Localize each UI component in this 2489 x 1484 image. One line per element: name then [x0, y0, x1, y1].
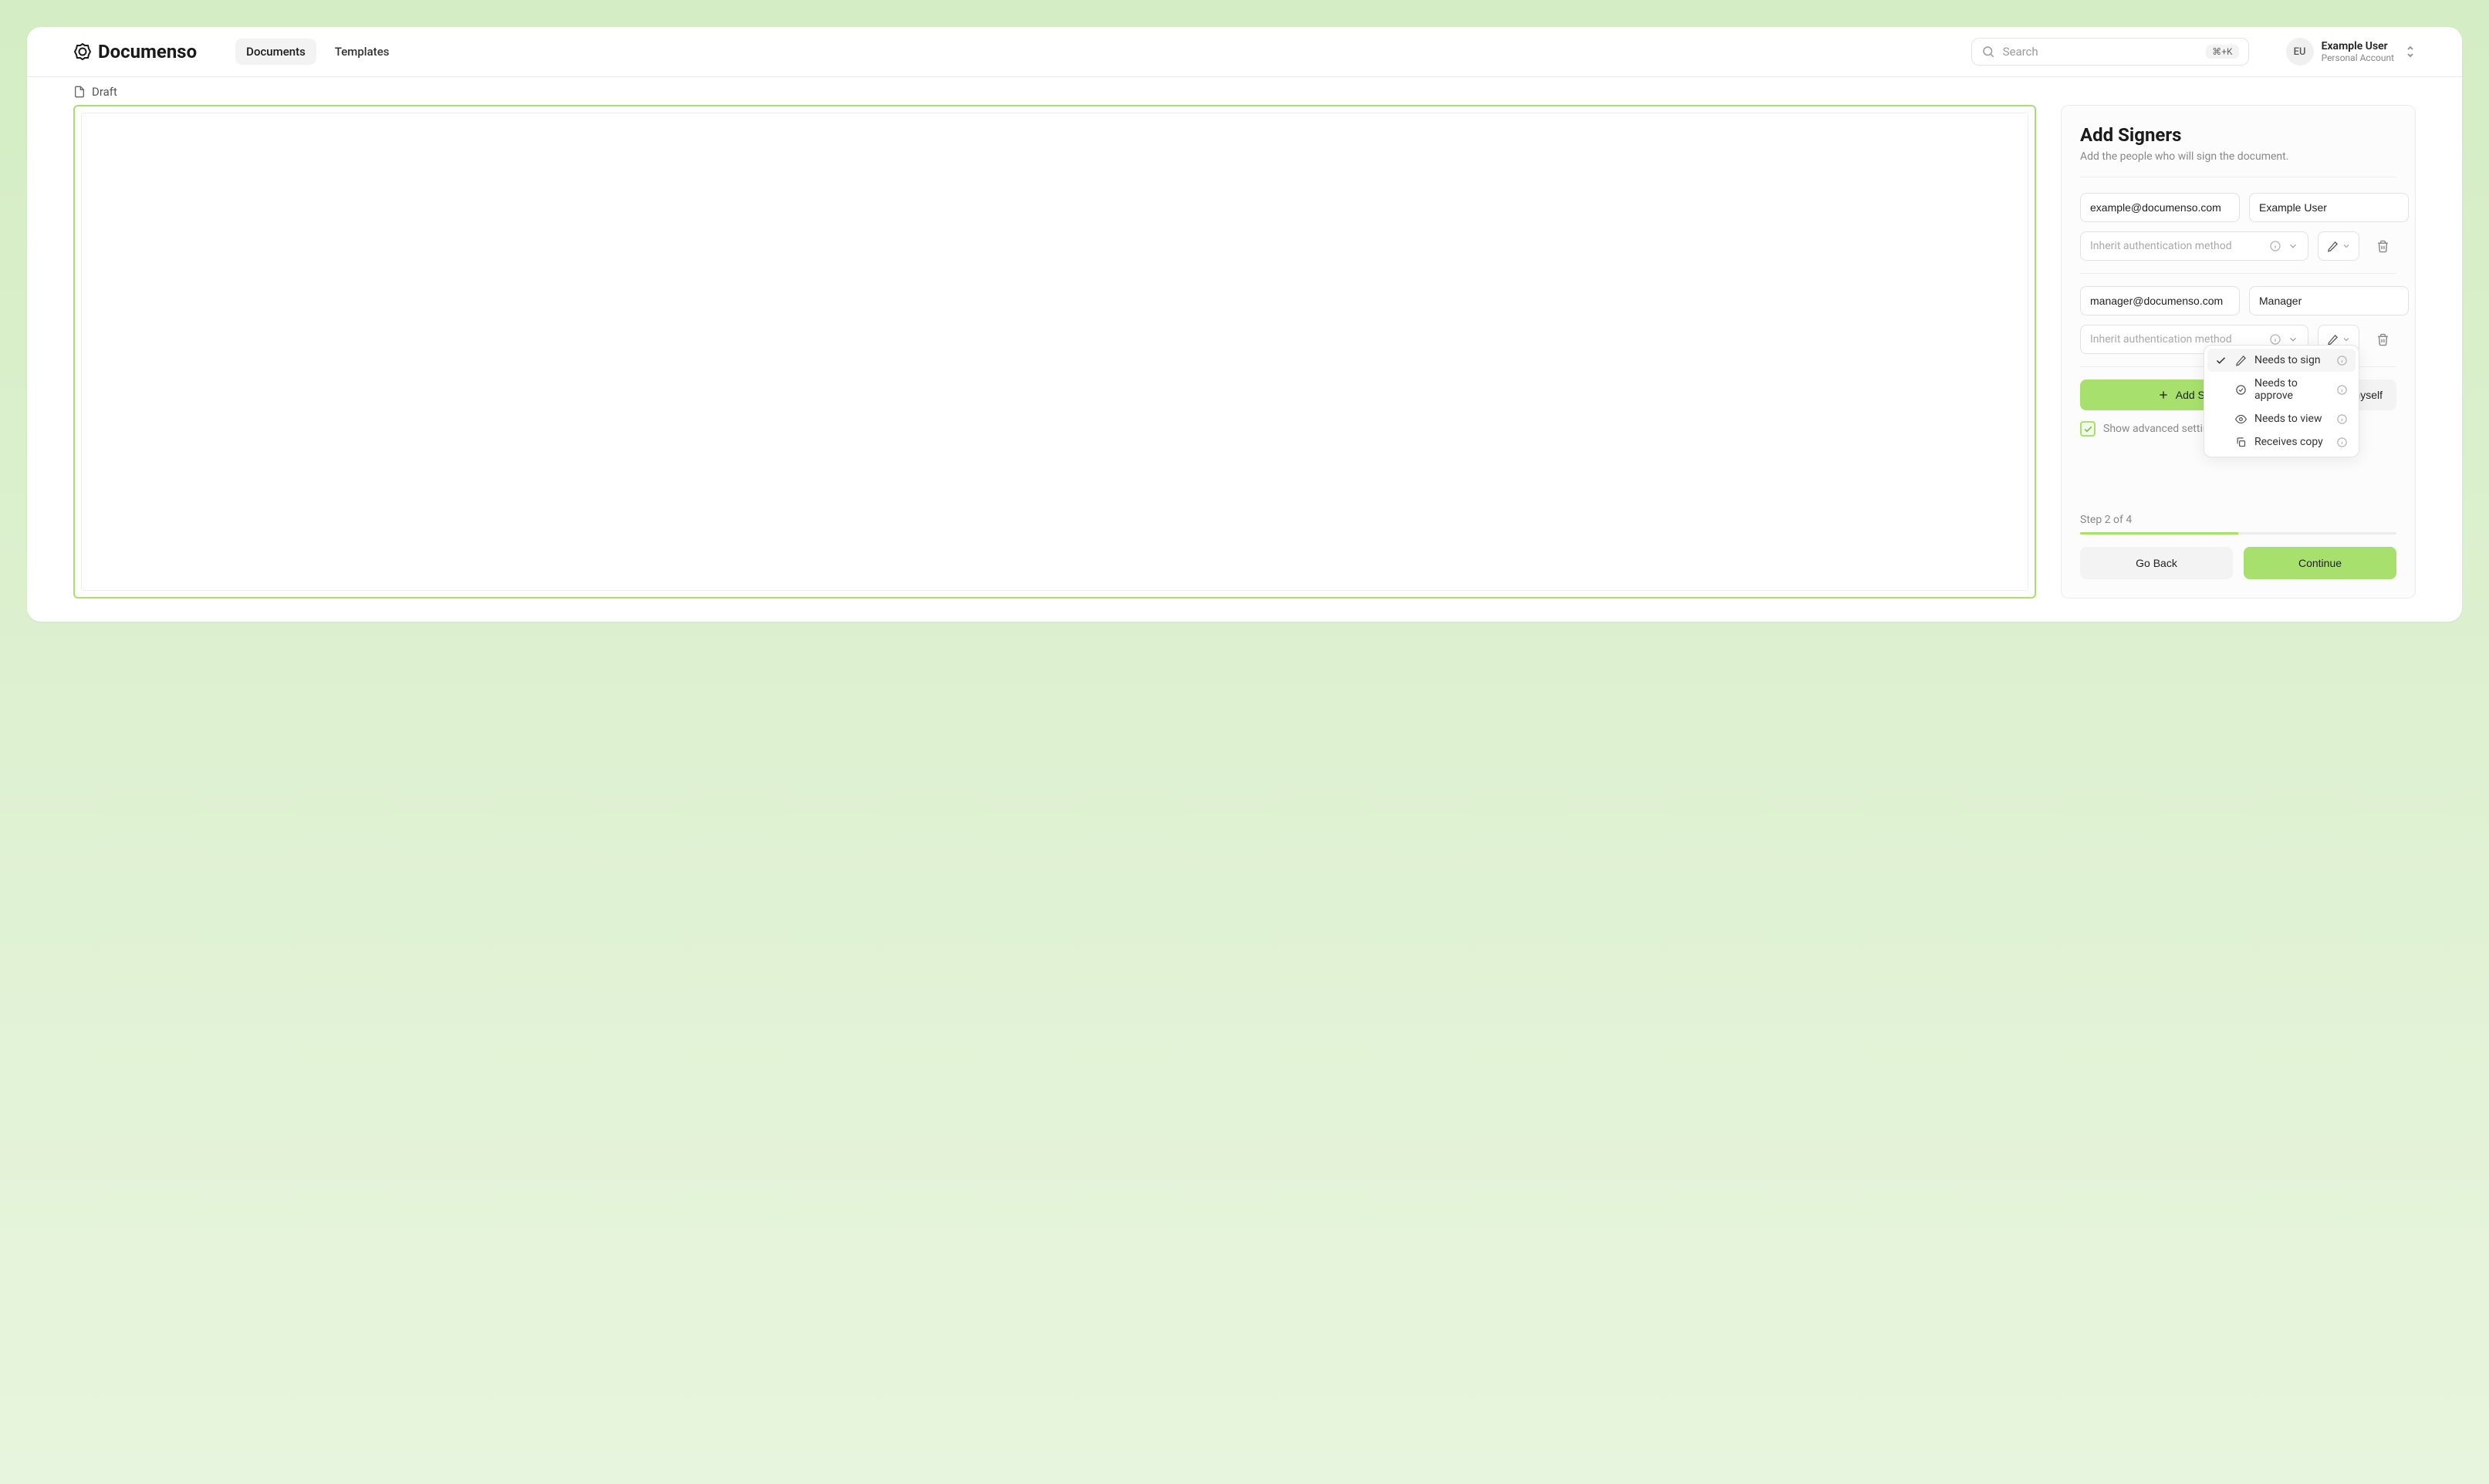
role-option-label: Receives copy [2254, 436, 2329, 448]
search-input[interactable]: Search ⌘+K [1971, 38, 2249, 66]
role-dropdown: Needs to sign Needs to approve [2204, 345, 2359, 457]
role-option-label: Needs to view [2254, 413, 2329, 425]
role-option-view[interactable]: Needs to view [2207, 407, 2356, 430]
pen-icon [2327, 334, 2339, 346]
user-account: Personal Account [2322, 52, 2394, 63]
chevron-down-icon [2288, 334, 2298, 345]
top-bar: Documenso Documents Templates Search ⌘+K… [27, 27, 2462, 77]
user-meta: Example User Personal Account [2322, 40, 2394, 63]
info-icon [2336, 384, 2348, 396]
signer-name-input[interactable] [2249, 193, 2409, 222]
document-status: Draft [92, 85, 117, 99]
step-indicator: Step 2 of 4 [2080, 514, 2396, 526]
auth-method-placeholder: Inherit authentication method [2090, 333, 2263, 346]
main-grid: Add Signers Add the people who will sign… [73, 105, 2416, 599]
chevron-down-icon [2288, 241, 2298, 251]
user-name: Example User [2322, 40, 2394, 52]
trash-icon [2376, 240, 2389, 253]
user-menu[interactable]: EU Example User Personal Account [2286, 38, 2416, 66]
panel-footer: Step 2 of 4 Go Back Continue [2080, 514, 2396, 579]
go-back-button[interactable]: Go Back [2080, 547, 2233, 579]
document-page [81, 113, 2028, 591]
advanced-settings-label: Show advanced settings [2103, 423, 2221, 435]
signer-block: Inherit authentication method [2080, 193, 2396, 274]
copy-icon [2235, 437, 2247, 448]
info-icon [2336, 355, 2348, 366]
signer-name-input[interactable] [2249, 286, 2409, 315]
app-window: Documenso Documents Templates Search ⌘+K… [27, 27, 2462, 622]
panel-subtitle: Add the people who will sign the documen… [2080, 150, 2396, 163]
role-option-label: Needs to approve [2254, 377, 2329, 402]
info-icon [2336, 437, 2348, 448]
signer-email-input[interactable] [2080, 193, 2240, 222]
search-placeholder: Search [2003, 45, 2199, 59]
info-icon [2269, 333, 2281, 346]
checkbox-checked [2080, 421, 2096, 437]
brand-name: Documenso [98, 41, 197, 62]
role-option-label: Needs to sign [2254, 354, 2329, 366]
progress-bar [2080, 532, 2396, 535]
side-panel: Add Signers Add the people who will sign… [2061, 105, 2416, 599]
panel-title: Add Signers [2080, 124, 2396, 146]
eye-icon [2235, 413, 2247, 425]
check-circle-icon [2235, 384, 2247, 396]
brand-icon [73, 42, 92, 61]
continue-button[interactable]: Continue [2244, 547, 2396, 579]
search-icon [1981, 45, 1995, 59]
role-option-copy[interactable]: Receives copy [2207, 430, 2356, 454]
document-icon [73, 86, 86, 98]
progress-fill [2080, 532, 2238, 535]
brand-logo[interactable]: Documenso [73, 41, 197, 62]
chevron-updown-icon [2405, 45, 2416, 59]
nav-buttons: Go Back Continue [2080, 547, 2396, 579]
chevron-down-icon [2342, 335, 2351, 344]
signer-email-input[interactable] [2080, 286, 2240, 315]
document-preview[interactable] [73, 105, 2036, 599]
nav-links: Documents Templates [235, 39, 400, 65]
avatar: EU [2286, 38, 2314, 66]
auth-method-select[interactable]: Inherit authentication method [2080, 231, 2308, 261]
pen-icon [2327, 241, 2339, 252]
auth-method-placeholder: Inherit authentication method [2090, 240, 2263, 252]
nav-documents[interactable]: Documents [235, 39, 316, 65]
info-icon [2269, 240, 2281, 252]
action-row: Add Signer Add myself [2080, 379, 2396, 410]
nav-templates[interactable]: Templates [324, 39, 400, 65]
search-shortcut: ⌘+K [2206, 45, 2238, 59]
content: Draft Add Signers Add the people who wil… [27, 77, 2462, 622]
pen-icon [2235, 355, 2247, 366]
trash-icon [2376, 333, 2389, 346]
document-status-row: Draft [73, 85, 2416, 99]
delete-signer-button[interactable] [2369, 231, 2396, 261]
plus-icon [2157, 389, 2170, 401]
role-select-button[interactable] [2318, 231, 2359, 261]
role-option-approve[interactable]: Needs to approve [2207, 372, 2356, 407]
delete-signer-button[interactable] [2369, 325, 2396, 354]
check-icon [2215, 355, 2227, 366]
info-icon [2336, 413, 2348, 425]
chevron-down-icon [2342, 241, 2351, 251]
role-option-sign[interactable]: Needs to sign [2207, 349, 2356, 372]
